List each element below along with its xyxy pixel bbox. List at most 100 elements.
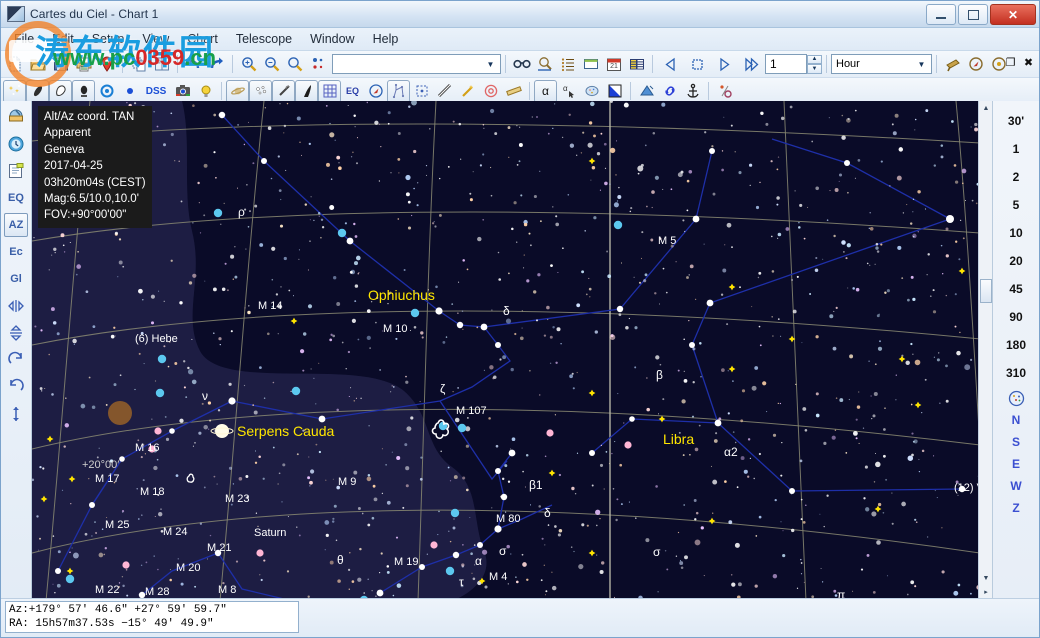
compass-rose-icon[interactable] [364, 80, 387, 103]
galactic-coord-icon[interactable]: Gl [4, 267, 28, 291]
whole-sky-icon[interactable] [1003, 387, 1029, 409]
window-icon[interactable] [579, 53, 602, 76]
alpha-cursor-icon[interactable]: α [557, 80, 580, 103]
step-spinner[interactable]: ▲ ▼ [807, 54, 822, 74]
stars-icon[interactable] [3, 79, 26, 103]
direction-east-button[interactable]: E [1003, 453, 1029, 475]
menu-help[interactable]: Help [364, 29, 408, 49]
copy-icon[interactable] [127, 53, 150, 76]
zoom-out-icon[interactable] [260, 53, 283, 76]
zoom-level-90[interactable]: 90 [1001, 303, 1031, 331]
print-icon[interactable] [72, 53, 95, 76]
notes-icon[interactable] [4, 159, 28, 183]
direction-west-button[interactable]: W [1003, 475, 1029, 497]
zoom-level-30arcmin[interactable]: 30' [1001, 107, 1031, 135]
observatory-icon[interactable] [4, 105, 28, 129]
zoom-level-5[interactable]: 5 [1001, 191, 1031, 219]
maximize-button[interactable] [958, 4, 988, 25]
save-icon[interactable] [49, 53, 72, 76]
menu-view[interactable]: View [133, 29, 178, 49]
color-scheme-icon[interactable] [306, 53, 329, 76]
scroll-thumb-vertical[interactable] [980, 279, 992, 303]
telescope-icon[interactable] [941, 53, 964, 76]
scroll-page-icon[interactable]: ▸ [979, 585, 993, 599]
zoom-level-2[interactable]: 2 [1001, 163, 1031, 191]
cluster-icon[interactable] [249, 79, 272, 103]
redo-icon[interactable] [205, 53, 228, 76]
equatorial-coord-icon[interactable]: EQ [4, 186, 28, 210]
menu-file[interactable]: File [5, 29, 43, 49]
mdi-close-button[interactable]: ✖ [1021, 55, 1036, 70]
step-forward-icon[interactable] [711, 52, 738, 77]
dot-icon[interactable] [118, 80, 141, 103]
chart-vertical-scrollbar[interactable]: ▲ ▼ ▸ [978, 101, 993, 599]
grid-icon[interactable] [318, 79, 341, 103]
step-unit-select[interactable]: Hour ▼ [831, 54, 932, 74]
zoom-level-1[interactable]: 1 [1001, 135, 1031, 163]
menu-setup[interactable]: Setup [83, 29, 134, 49]
bulb-icon[interactable] [194, 80, 217, 103]
planetary-nebula-icon[interactable] [95, 80, 118, 103]
ecliptic-icon[interactable] [433, 80, 456, 103]
menu-edit[interactable]: Edit [43, 29, 83, 49]
nebula-icon[interactable] [49, 79, 72, 103]
new-chart-icon[interactable] [3, 53, 26, 76]
link-icon[interactable] [658, 80, 681, 103]
chart-select[interactable]: ▼ [332, 54, 501, 74]
image-icon[interactable] [635, 80, 658, 103]
alpha-label-icon[interactable]: α [534, 79, 557, 103]
fast-forward-icon[interactable] [738, 52, 765, 77]
sky-chart[interactable]: OphiuchusSerpens CaudaLibraScorpius(6) H… [32, 101, 978, 599]
constellation-boundary-icon[interactable] [410, 80, 433, 103]
compass-icon[interactable] [964, 53, 987, 76]
step-value-input[interactable]: 1 [765, 54, 807, 74]
dss-icon[interactable]: DSS [141, 80, 171, 103]
ecliptic-coord-icon[interactable]: Ec [4, 240, 28, 264]
ephemeris-icon[interactable] [625, 53, 648, 76]
rotate-ccw-icon[interactable] [4, 375, 28, 399]
spinner-down-icon[interactable]: ▼ [807, 64, 822, 74]
paste-icon[interactable] [150, 53, 173, 76]
undo-icon[interactable] [182, 53, 205, 76]
direction-zenith-button[interactable]: Z [1003, 497, 1029, 519]
constellation-figure-icon[interactable] [387, 79, 410, 103]
eq-grid-icon[interactable]: EQ [341, 80, 364, 103]
mirror-vertical-icon[interactable] [4, 321, 28, 345]
zoom-level-20[interactable]: 20 [1001, 247, 1031, 275]
zoom-level-310[interactable]: 310 [1001, 359, 1031, 387]
open-icon[interactable] [26, 53, 49, 76]
flip-icon[interactable] [4, 402, 28, 426]
calendar-icon[interactable]: 21 [602, 53, 625, 76]
find-icon[interactable] [510, 53, 533, 76]
zoom-level-45[interactable]: 45 [1001, 275, 1031, 303]
stop-icon[interactable] [684, 52, 711, 77]
scroll-down-icon[interactable]: ▼ [979, 571, 993, 585]
direction-south-button[interactable]: S [1003, 431, 1029, 453]
milkyway-icon[interactable] [295, 79, 318, 103]
orbit-icon[interactable] [713, 80, 736, 103]
location-pin-icon[interactable] [95, 53, 118, 76]
galaxy-icon[interactable] [26, 79, 49, 103]
planet-icon[interactable] [226, 79, 249, 103]
rotate-cw-icon[interactable] [4, 348, 28, 372]
mdi-restore-button[interactable]: ❐ [1003, 55, 1018, 70]
close-button[interactable]: ✕ [990, 4, 1036, 25]
zoom-in-icon[interactable] [237, 53, 260, 76]
circle-target-icon[interactable] [479, 80, 502, 103]
photo-icon[interactable] [171, 80, 194, 103]
zoom-level-180[interactable]: 180 [1001, 331, 1031, 359]
step-back-icon[interactable] [657, 52, 684, 77]
zoom-icon[interactable] [283, 53, 306, 76]
horizon-icon[interactable] [603, 80, 626, 103]
list-icon[interactable] [556, 53, 579, 76]
wand-icon[interactable] [456, 80, 479, 103]
azimuthal-coord-icon[interactable]: AZ [4, 213, 28, 237]
zoom-level-10[interactable]: 10 [1001, 219, 1031, 247]
direction-north-button[interactable]: N [1003, 409, 1029, 431]
scroll-up-icon[interactable]: ▲ [979, 101, 993, 115]
nebula-outline-icon[interactable] [580, 80, 603, 103]
comet-icon[interactable] [272, 79, 295, 103]
ruler-icon[interactable] [502, 80, 525, 103]
minimize-button[interactable] [926, 4, 956, 25]
menu-window[interactable]: Window [301, 29, 363, 49]
